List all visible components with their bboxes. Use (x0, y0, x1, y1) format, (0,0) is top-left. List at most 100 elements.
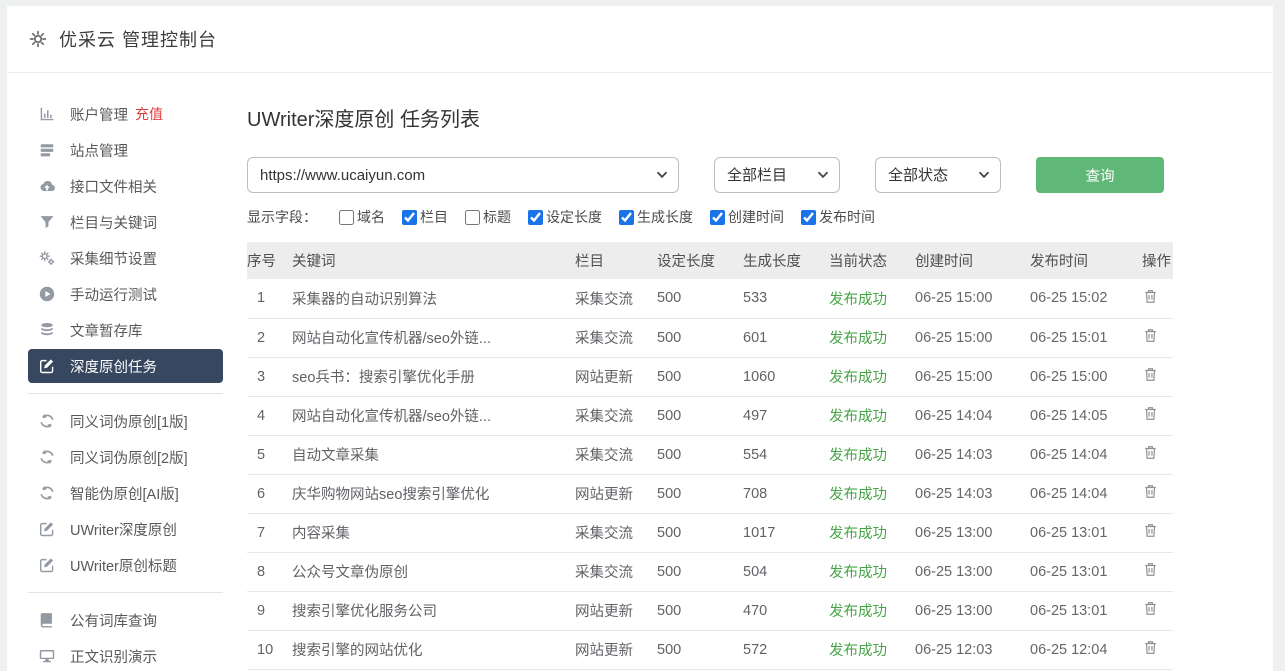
sidebar-item-label: 采集细节设置 (70, 248, 157, 269)
field-checkbox-label: 标题 (483, 207, 511, 227)
sidebar-item[interactable]: 深度原创任务 (28, 349, 223, 383)
sidebar-divider (28, 592, 223, 593)
sidebar-item[interactable]: 栏目与关键词 (28, 205, 223, 239)
column-header: 操作 (1142, 242, 1173, 279)
delete-button[interactable] (1142, 522, 1159, 539)
sidebar-item[interactable]: 站点管理 (28, 133, 223, 167)
edit-icon (38, 556, 56, 574)
cell-index: 6 (247, 474, 292, 513)
sidebar-item[interactable]: 文章暂存库 (28, 313, 223, 347)
cell-category: 采集交流 (575, 513, 657, 552)
cell-actions (1142, 630, 1173, 669)
status-badge: 发布成功 (829, 435, 915, 474)
sidebar-item-label: 接口文件相关 (70, 176, 157, 197)
field-checkbox-item[interactable]: 设定长度 (528, 207, 602, 227)
field-checkbox[interactable] (710, 210, 725, 225)
delete-button[interactable] (1142, 288, 1159, 305)
cell-category: 采集交流 (575, 396, 657, 435)
sidebar-item[interactable]: UWriter深度原创 (28, 512, 223, 546)
cell-category: 网站更新 (575, 630, 657, 669)
cell-index: 3 (247, 357, 292, 396)
sidebar-item-label: 公有词库查询 (70, 610, 157, 631)
delete-button[interactable] (1142, 600, 1159, 617)
sidebar: 账户管理 充值 站点管理 接口文件相关 (7, 73, 247, 670)
field-checkbox-item[interactable]: 创建时间 (710, 207, 784, 227)
field-checkbox[interactable] (465, 210, 480, 225)
sidebar-item[interactable]: 同义词伪原创[2版] (28, 440, 223, 474)
delete-button[interactable] (1142, 639, 1159, 656)
sidebar-item-label: 智能伪原创[AI版] (70, 483, 179, 504)
sidebar-item[interactable]: 同义词伪原创[1版] (28, 404, 223, 438)
sidebar-item[interactable]: UWriter原创标题 (28, 548, 223, 582)
chart-icon (38, 105, 56, 123)
recharge-link[interactable]: 充值 (135, 104, 163, 124)
refresh-icon (38, 448, 56, 466)
delete-button[interactable] (1142, 561, 1159, 578)
site-url-select[interactable]: https://www.ucaiyun.com (247, 157, 679, 193)
column-header: 创建时间 (915, 242, 1030, 279)
field-checkbox-item[interactable]: 域名 (339, 207, 385, 227)
cell-actions (1142, 591, 1173, 630)
filter-bar: https://www.ucaiyun.com 全部栏目 全部状态 查 (247, 157, 1273, 193)
status-badge: 发布成功 (829, 396, 915, 435)
cell-keyword: 采集器的自动识别算法 (292, 279, 575, 318)
server-icon (38, 141, 56, 159)
delete-button[interactable] (1142, 444, 1159, 461)
main-content: UWriter深度原创 任务列表 https://www.ucaiyun.com… (247, 73, 1273, 670)
cell-index: 1 (247, 279, 292, 318)
sidebar-item[interactable]: 手动运行测试 (28, 277, 223, 311)
sidebar-item-label: 账户管理 (70, 104, 128, 125)
field-checkbox-item[interactable]: 标题 (465, 207, 511, 227)
cell-gen-length: 1060 (743, 357, 829, 396)
field-checkbox[interactable] (402, 210, 417, 225)
field-checkbox[interactable] (528, 210, 543, 225)
field-checkbox-label: 发布时间 (819, 207, 875, 227)
funnel-icon (38, 213, 56, 231)
field-checkbox-item[interactable]: 栏目 (402, 207, 448, 227)
trash-icon (1142, 405, 1159, 422)
table-row: 8 公众号文章伪原创 采集交流 500 504 发布成功 06-25 13:00… (247, 552, 1173, 591)
field-checkbox-label: 设定长度 (546, 207, 602, 227)
cell-keyword: seo兵书：搜索引擎优化手册 (292, 357, 575, 396)
delete-button[interactable] (1142, 327, 1159, 344)
sidebar-item[interactable]: 账户管理 充值 (28, 97, 223, 131)
field-checkbox-item[interactable]: 生成长度 (619, 207, 693, 227)
cell-created: 06-25 15:00 (915, 318, 1030, 357)
field-checkbox-item[interactable]: 发布时间 (801, 207, 875, 227)
delete-button[interactable] (1142, 366, 1159, 383)
cell-keyword: 内容采集 (292, 513, 575, 552)
sidebar-item[interactable]: 采集细节设置 (28, 241, 223, 275)
cell-actions (1142, 474, 1173, 513)
sidebar-item[interactable]: 正文识别演示 (28, 639, 223, 670)
sidebar-item[interactable]: 接口文件相关 (28, 169, 223, 203)
sidebar-item[interactable]: 智能伪原创[AI版] (28, 476, 223, 510)
field-checkbox[interactable] (619, 210, 634, 225)
cell-index: 4 (247, 396, 292, 435)
field-checkbox[interactable] (801, 210, 816, 225)
cell-actions (1142, 513, 1173, 552)
delete-button[interactable] (1142, 483, 1159, 500)
cell-category: 网站更新 (575, 591, 657, 630)
cell-gen-length: 601 (743, 318, 829, 357)
trash-icon (1142, 561, 1159, 578)
field-checkbox-label: 栏目 (420, 207, 448, 227)
category-select[interactable]: 全部栏目 (714, 157, 840, 193)
table-row: 7 内容采集 采集交流 500 1017 发布成功 06-25 13:00 06… (247, 513, 1173, 552)
sidebar-item[interactable]: 公有词库查询 (28, 603, 223, 637)
cell-created: 06-25 15:00 (915, 357, 1030, 396)
cell-set-length: 500 (657, 357, 743, 396)
field-checkbox-label: 域名 (357, 207, 385, 227)
cell-published: 06-25 14:05 (1030, 396, 1142, 435)
cell-index: 10 (247, 630, 292, 669)
delete-button[interactable] (1142, 405, 1159, 422)
field-checkbox[interactable] (339, 210, 354, 225)
sidebar-item-label: 文章暂存库 (70, 320, 143, 341)
cell-published: 06-25 14:04 (1030, 474, 1142, 513)
display-fields-row: 显示字段： 域名 栏目 (247, 207, 1273, 227)
cell-created: 06-25 12:03 (915, 630, 1030, 669)
status-badge: 发布成功 (829, 279, 915, 318)
search-button[interactable]: 查询 (1036, 157, 1164, 193)
cell-keyword: 搜索引擎优化服务公司 (292, 591, 575, 630)
status-badge: 发布成功 (829, 552, 915, 591)
status-select[interactable]: 全部状态 (875, 157, 1001, 193)
